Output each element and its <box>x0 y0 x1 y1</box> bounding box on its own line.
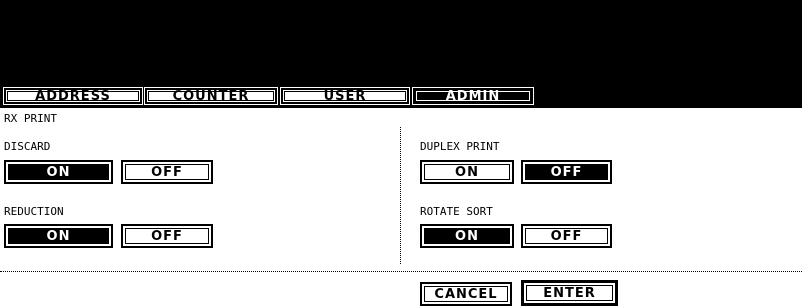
rotate-sort-off-button[interactable]: OFF <box>521 224 612 248</box>
rotate-sort-on-button[interactable]: ON <box>420 224 514 248</box>
tab-bar: ADDRESS COUNTER USER ADMIN <box>0 85 802 108</box>
reduction-on-button[interactable]: ON <box>4 224 113 248</box>
column-divider <box>400 127 401 264</box>
reduction-off-button[interactable]: OFF <box>121 224 213 248</box>
duplex-print-on-button[interactable]: ON <box>420 160 514 184</box>
footer-divider <box>0 271 802 272</box>
enter-button[interactable]: ENTER <box>521 280 618 306</box>
section-title: RX PRINT <box>4 112 57 125</box>
tab-user[interactable]: USER <box>280 87 410 105</box>
cancel-button[interactable]: CANCEL <box>420 282 512 306</box>
tab-admin[interactable]: ADMIN <box>412 87 534 105</box>
discard-on-button[interactable]: ON <box>4 160 113 184</box>
discard-off-button[interactable]: OFF <box>121 160 213 184</box>
message-area <box>0 0 802 85</box>
duplex-print-off-button[interactable]: OFF <box>521 160 612 184</box>
reduction-label: REDUCTION <box>4 205 64 218</box>
rotate-sort-label: ROTATE SORT <box>420 205 493 218</box>
duplex-print-label: DUPLEX PRINT <box>420 140 500 153</box>
admin-settings-screen: ADDRESS COUNTER USER ADMIN RX PRINT DISC… <box>0 0 802 306</box>
discard-label: DISCARD <box>4 140 51 153</box>
tab-counter[interactable]: COUNTER <box>144 87 278 105</box>
tab-address[interactable]: ADDRESS <box>3 87 143 105</box>
